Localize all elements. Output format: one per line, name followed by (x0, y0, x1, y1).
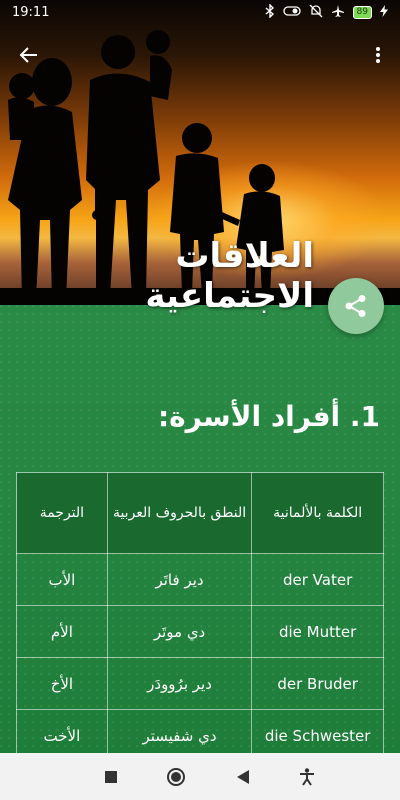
more-vert-icon (376, 47, 380, 63)
vocabulary-table: الكلمة بالألمانية النطق بالحروف العربية … (16, 472, 384, 762)
status-bar: 19:11 89 (0, 0, 400, 24)
back-button[interactable] (14, 40, 44, 70)
share-button[interactable] (328, 278, 384, 334)
home-icon (167, 767, 186, 786)
nav-back-button[interactable] (236, 769, 250, 784)
header-translation: الترجمة (16, 472, 108, 554)
recent-apps-button[interactable] (104, 770, 117, 783)
status-time: 19:11 (12, 4, 50, 20)
header-pronunciation: النطق بالحروف العربية (106, 472, 253, 554)
table-row: die Mutter دي موتَر الأم (16, 605, 384, 658)
accessibility-button[interactable] (299, 767, 315, 786)
bluetooth-icon (265, 2, 275, 21)
share-icon (345, 295, 366, 317)
battery-icon: 89 (352, 5, 372, 19)
cell-word: der Vater (251, 553, 384, 606)
cell-pronunciation: دي موتَر (106, 605, 253, 658)
status-icons: 89 (265, 2, 388, 21)
cell-translation: الأخ (16, 657, 108, 710)
airplane-icon (331, 4, 345, 21)
toggle-icon (282, 5, 301, 19)
system-nav-bar (0, 753, 400, 800)
cell-pronunciation: دير برُوودَر (106, 657, 253, 710)
article-content[interactable]: 1. أفراد الأسرة: الكلمة بالألمانية النطق… (0, 305, 400, 762)
table-header-row: الكلمة بالألمانية النطق بالحروف العربية … (16, 472, 384, 554)
more-options-button[interactable] (368, 40, 388, 70)
cell-word: der Bruder (251, 657, 384, 710)
cell-translation: الأب (16, 553, 108, 606)
header-word: الكلمة بالألمانية (251, 472, 384, 554)
table-row: der Bruder دير برُوودَر الأخ (16, 657, 384, 710)
page-title: العلاقات الاجتماعية (145, 236, 314, 316)
charging-icon (380, 4, 388, 20)
home-button[interactable] (166, 767, 186, 787)
table-row: der Vater دير فاتَر الأب (16, 553, 384, 606)
back-icon (236, 769, 249, 784)
arrow-left-icon (19, 47, 37, 63)
mute-icon (309, 4, 323, 21)
accessibility-icon (300, 767, 315, 786)
cell-word: die Mutter (251, 605, 384, 658)
cell-translation: الأم (16, 605, 108, 658)
section-title: 1. أفراد الأسرة: (157, 400, 380, 433)
cell-pronunciation: دير فاتَر (106, 553, 253, 606)
recent-apps-icon (104, 770, 117, 783)
